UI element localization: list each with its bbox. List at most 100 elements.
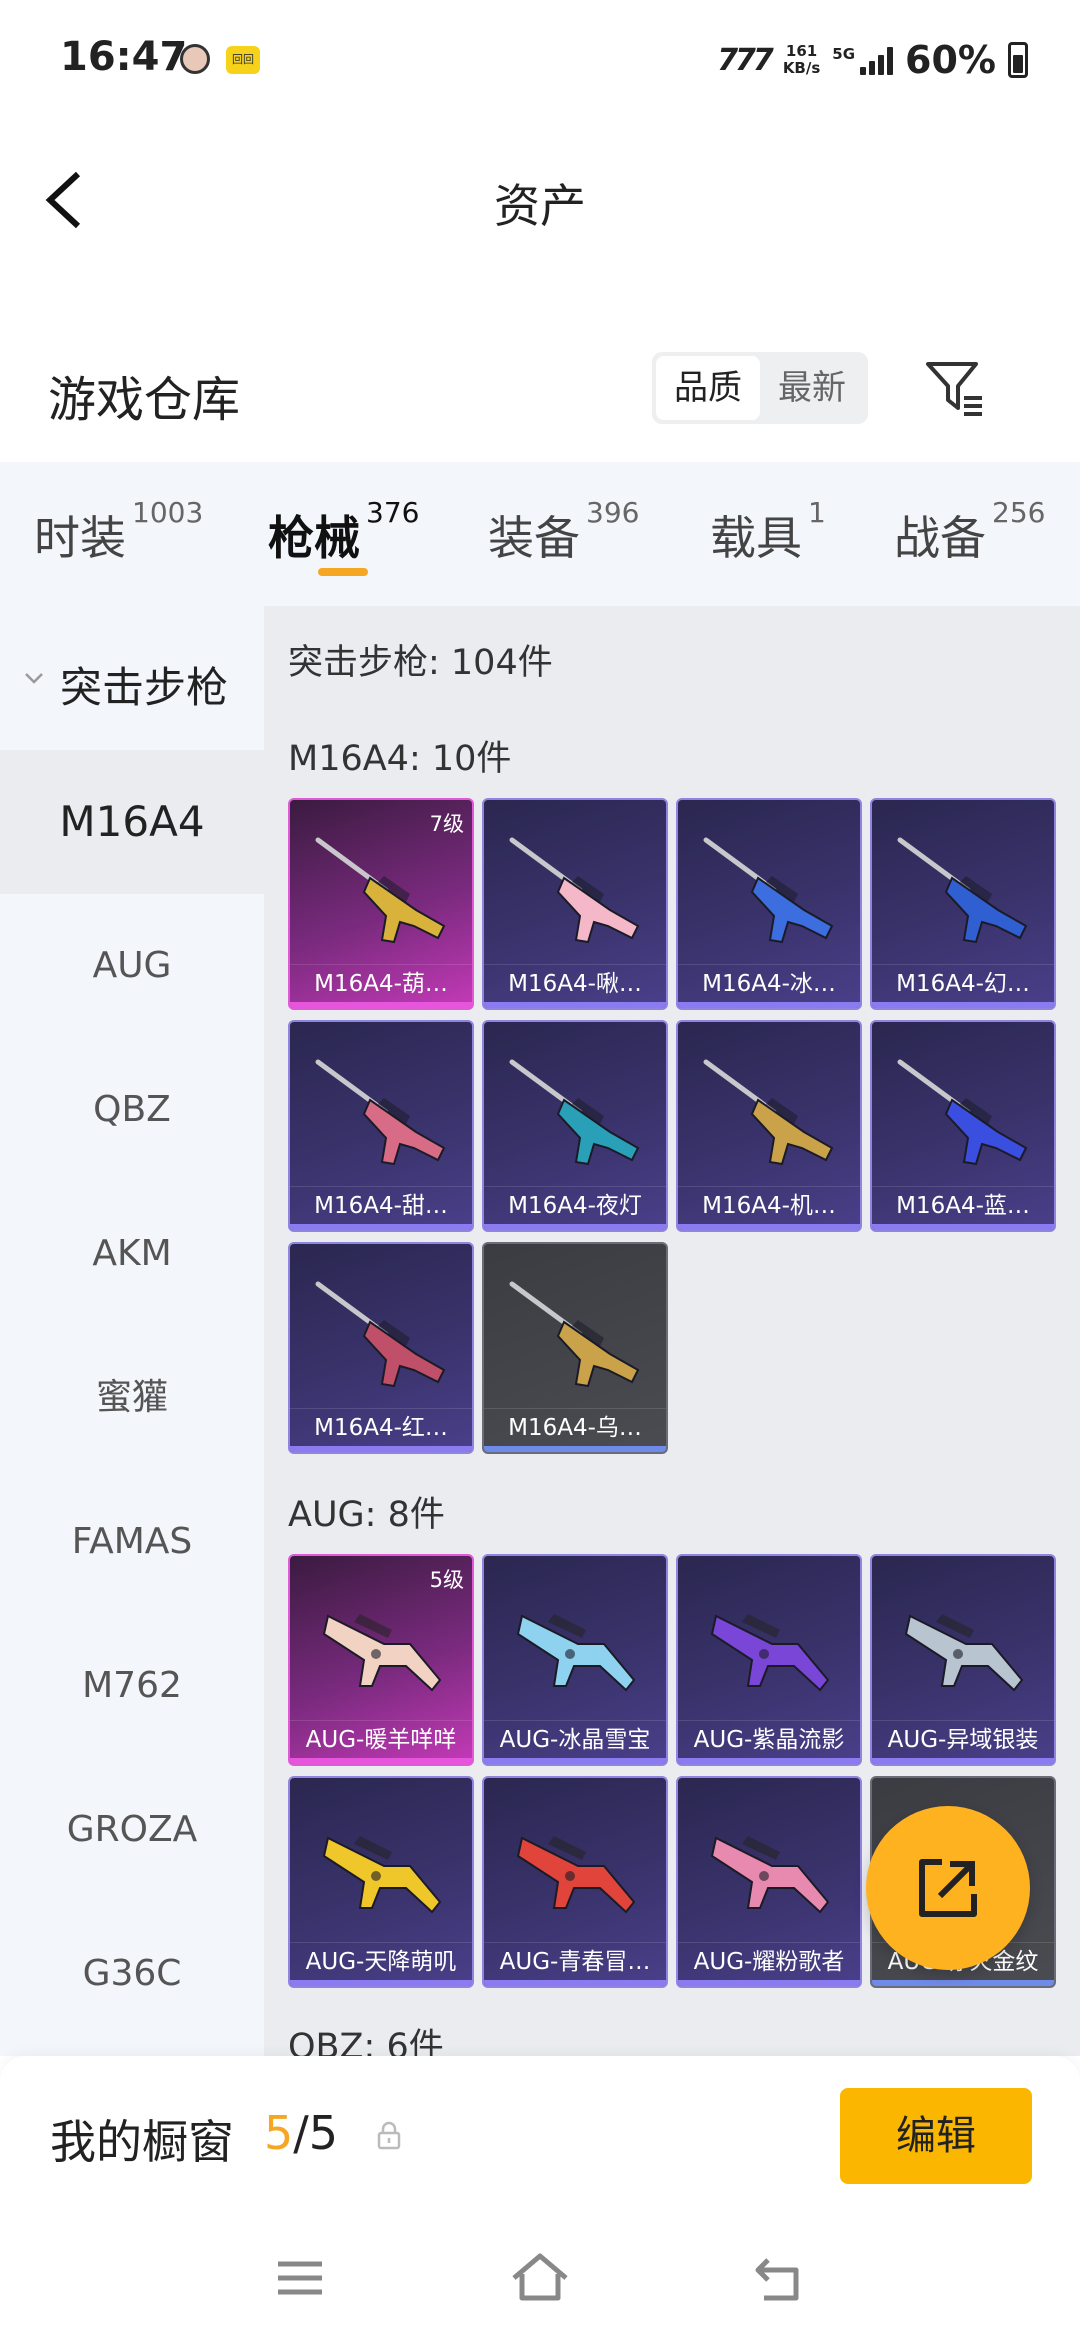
tab-label: 时装 xyxy=(34,511,126,565)
skin-card[interactable]: M16A4-红… xyxy=(288,1242,474,1454)
showcase-current: 5 xyxy=(264,2106,294,2160)
skin-card[interactable]: AUG-耀粉歌者 xyxy=(676,1776,862,1988)
rarity-bar xyxy=(678,1980,860,1986)
skin-name: AUG-青春冒… xyxy=(484,1942,666,1980)
home-icon[interactable] xyxy=(508,2246,572,2310)
net-speed-value: 161 xyxy=(785,42,818,60)
tab-vehicles[interactable]: 载具 1 xyxy=(710,496,826,568)
skin-card[interactable]: M16A4-冰… xyxy=(676,798,862,1010)
rifle-skin-icon xyxy=(710,1836,830,1914)
rarity-bar xyxy=(484,1758,666,1764)
avatar-notification-icon xyxy=(180,44,210,74)
menu-icon[interactable] xyxy=(268,2246,332,2310)
skin-card[interactable]: 5级 AUG-暖羊咩咩 xyxy=(288,1554,474,1766)
rifle-skin-icon xyxy=(315,1281,446,1388)
share-button[interactable] xyxy=(866,1806,1030,1970)
showcase-count: 5/5 xyxy=(264,2106,338,2160)
skin-card[interactable]: AUG-天降萌叽 xyxy=(288,1776,474,1988)
rarity-bar xyxy=(872,1758,1054,1764)
rifle-skin-icon xyxy=(322,1836,442,1914)
signal-icon: 5G xyxy=(832,45,894,75)
skin-name: M16A4-葫… xyxy=(290,964,472,1002)
rarity-bar xyxy=(290,1224,472,1230)
sidebar-group-assault-rifles[interactable]: 突击步枪 xyxy=(0,606,264,750)
sidebar-item-groza[interactable]: GROZA xyxy=(0,1758,264,1902)
skin-card[interactable]: M16A4-甜… xyxy=(288,1020,474,1232)
rifle-skin-icon xyxy=(710,1614,830,1692)
tab-guns[interactable]: 枪械 376 xyxy=(268,496,419,568)
rifle-skin-icon xyxy=(315,1059,446,1166)
rifle-skin-icon xyxy=(509,1281,640,1388)
skin-name: AUG-暖羊咩咩 xyxy=(290,1720,472,1758)
rifle-skin-icon xyxy=(897,1059,1028,1166)
skin-card[interactable]: AUG-异域银装 xyxy=(870,1554,1056,1766)
tab-count: 1003 xyxy=(132,496,204,529)
edit-showcase-button[interactable]: 编辑 xyxy=(840,2088,1032,2184)
skin-card[interactable]: M16A4-机… xyxy=(676,1020,862,1232)
skin-level-badge: 5级 xyxy=(429,1568,464,1592)
sort-newest-option[interactable]: 最新 xyxy=(760,356,864,420)
tab-equipment[interactable]: 装备 396 xyxy=(488,496,639,568)
rarity-bar xyxy=(678,1758,860,1764)
skin-card[interactable]: AUG-青春冒… xyxy=(482,1776,668,1988)
chevron-down-icon xyxy=(25,673,43,684)
lock-icon xyxy=(377,2121,401,2150)
sidebar-item-qbz[interactable]: QBZ xyxy=(0,1038,264,1182)
signal-label: 5G xyxy=(832,45,856,63)
sidebar-item-akm[interactable]: AKM xyxy=(0,1182,264,1326)
skin-card[interactable]: M16A4-蓝… xyxy=(870,1020,1056,1232)
sidebar-item-famas[interactable]: FAMAS xyxy=(0,1470,264,1614)
skin-name: AUG-异域银装 xyxy=(872,1720,1054,1758)
skin-name: M16A4-乌… xyxy=(484,1408,666,1446)
rifle-skin-icon xyxy=(315,837,446,944)
back-nav-icon[interactable] xyxy=(748,2246,812,2310)
status-indicators: 777 161 KB/s 5G 60% xyxy=(717,38,1028,82)
tab-count: 1 xyxy=(808,496,826,529)
skin-card[interactable]: M16A4-夜灯 xyxy=(482,1020,668,1232)
section-label-m16a4: M16A4: 10件 xyxy=(288,739,512,779)
category-summary: 突击步枪: 104件 xyxy=(288,643,553,683)
warehouse-title: 游戏仓库 xyxy=(48,372,241,428)
skin-card[interactable]: M16A4-乌… xyxy=(482,1242,668,1454)
skin-card[interactable]: AUG-紫晶流影 xyxy=(676,1554,862,1766)
skin-name: M16A4-啾… xyxy=(484,964,666,1002)
sort-toggle: 品质 最新 xyxy=(652,352,868,424)
skin-card[interactable]: 7级 M16A4-葫… xyxy=(288,798,474,1010)
tab-label: 枪械 xyxy=(268,511,360,565)
tab-fashion[interactable]: 时装 1003 xyxy=(34,496,203,568)
tab-supplies[interactable]: 战备 256 xyxy=(894,496,1045,568)
tab-count: 376 xyxy=(366,496,420,529)
network-brand-icon: 777 xyxy=(717,42,774,78)
skin-name: AUG-冰晶雪宝 xyxy=(484,1720,666,1758)
sidebar-group-label: 突击步枪 xyxy=(60,663,229,712)
app-header: 资产 xyxy=(0,120,1080,280)
skin-card[interactable]: AUG-冰晶雪宝 xyxy=(482,1554,668,1766)
rarity-bar xyxy=(872,1224,1054,1230)
skin-name: M16A4-冰… xyxy=(678,964,860,1002)
rarity-bar xyxy=(872,1002,1054,1008)
sidebar-item-m16a4[interactable]: M16A4 xyxy=(0,750,264,894)
showcase-total: /5 xyxy=(293,2106,339,2160)
skin-name: M16A4-蓝… xyxy=(872,1186,1054,1224)
battery-icon xyxy=(1008,42,1028,78)
rarity-bar xyxy=(872,1980,1054,1986)
sidebar-item-g36c[interactable]: G36C xyxy=(0,1902,264,2046)
skin-name: M16A4-甜… xyxy=(290,1186,472,1224)
skin-name: M16A4-机… xyxy=(678,1186,860,1224)
skin-level-badge: 7级 xyxy=(429,812,464,836)
skin-card[interactable]: M16A4-啾… xyxy=(482,798,668,1010)
rifle-skin-icon xyxy=(703,837,834,944)
sidebar-item-m762[interactable]: M762 xyxy=(0,1614,264,1758)
net-speed: 161 KB/s xyxy=(783,43,820,77)
skin-card[interactable]: M16A4-幻… xyxy=(870,798,1056,1010)
rarity-bar xyxy=(484,1224,666,1230)
sidebar-item-aug[interactable]: AUG xyxy=(0,894,264,1038)
net-speed-unit: KB/s xyxy=(782,59,821,77)
sort-quality-option[interactable]: 品质 xyxy=(656,356,760,420)
page-title: 资产 xyxy=(494,179,586,233)
sidebar-item-honey-badger[interactable]: 蜜獾 xyxy=(0,1326,264,1470)
filter-button[interactable] xyxy=(922,356,986,420)
warehouse-header: 游戏仓库 品质 最新 xyxy=(0,320,1080,460)
rarity-bar xyxy=(290,1758,472,1764)
tab-count: 256 xyxy=(992,496,1046,529)
